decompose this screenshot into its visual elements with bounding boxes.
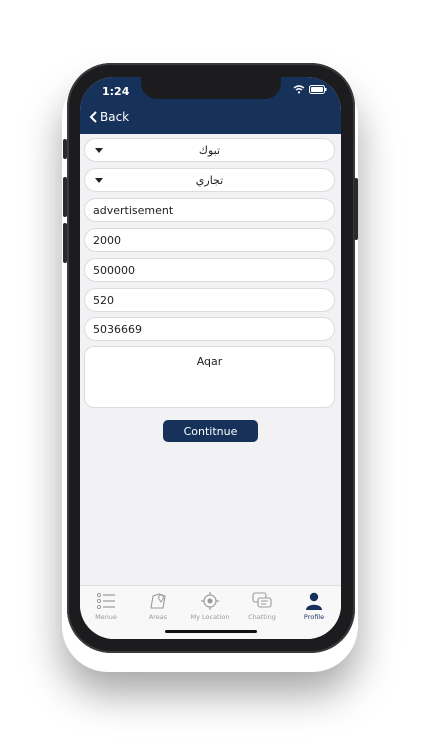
- caret-down-icon: [95, 148, 103, 153]
- volume-down-button: [63, 223, 67, 263]
- volume-up-button: [63, 177, 67, 217]
- chat-icon: [252, 592, 272, 608]
- battery-icon: [309, 85, 327, 94]
- area-field[interactable]: 2000: [84, 228, 335, 252]
- city-select[interactable]: تبوك: [84, 138, 335, 162]
- continue-button[interactable]: Contitnue: [163, 420, 258, 442]
- top-bar: 1:24 Back: [80, 77, 341, 134]
- tab-profile[interactable]: Profile: [289, 592, 339, 621]
- area-value: 2000: [93, 233, 121, 247]
- tab-label: Chatting: [248, 613, 276, 621]
- notch: [141, 77, 281, 99]
- phone-field[interactable]: 5036669: [84, 317, 335, 341]
- city-value: تبوك: [198, 143, 221, 157]
- status-icons: [293, 85, 327, 94]
- tab-bar: Menue Areas My Location Chatting Profile: [80, 585, 341, 639]
- title-value: advertisement: [93, 203, 174, 217]
- price-value: 500000: [93, 263, 135, 277]
- app-screen: 1:24 Back تبوك تجاري advertisement 2000 …: [80, 77, 341, 639]
- status-time: 1:24: [102, 85, 130, 98]
- person-icon: [306, 592, 322, 610]
- wifi-icon: [293, 85, 305, 94]
- type-select[interactable]: تجاري: [84, 168, 335, 192]
- tab-label: My Location: [190, 613, 230, 621]
- back-label: Back: [100, 110, 130, 124]
- list-icon: [96, 592, 115, 610]
- tab-areas[interactable]: Areas: [133, 592, 183, 621]
- power-button: [354, 178, 358, 240]
- tab-label: Areas: [148, 613, 168, 621]
- caret-down-icon: [95, 178, 103, 183]
- location-target-icon: [201, 592, 219, 610]
- tab-chatting[interactable]: Chatting: [237, 592, 287, 621]
- phone-value: 5036669: [93, 322, 142, 336]
- tab-label: Profile: [303, 613, 325, 621]
- type-value: تجاري: [195, 173, 224, 187]
- price-field[interactable]: 500000: [84, 258, 335, 282]
- map-icon: [150, 593, 166, 609]
- number-value: 520: [93, 293, 114, 307]
- mute-switch: [63, 139, 67, 159]
- tab-menue[interactable]: Menue: [81, 592, 131, 621]
- number-field[interactable]: 520: [84, 288, 335, 312]
- home-indicator: [165, 630, 257, 633]
- tab-label: Menue: [95, 613, 117, 621]
- description-value: Aqar: [196, 355, 223, 368]
- back-button[interactable]: Back: [89, 110, 129, 124]
- description-textarea[interactable]: Aqar: [84, 346, 335, 408]
- title-field[interactable]: advertisement: [84, 198, 335, 222]
- chevron-left-icon: [89, 111, 97, 123]
- tab-my-location[interactable]: My Location: [185, 592, 235, 621]
